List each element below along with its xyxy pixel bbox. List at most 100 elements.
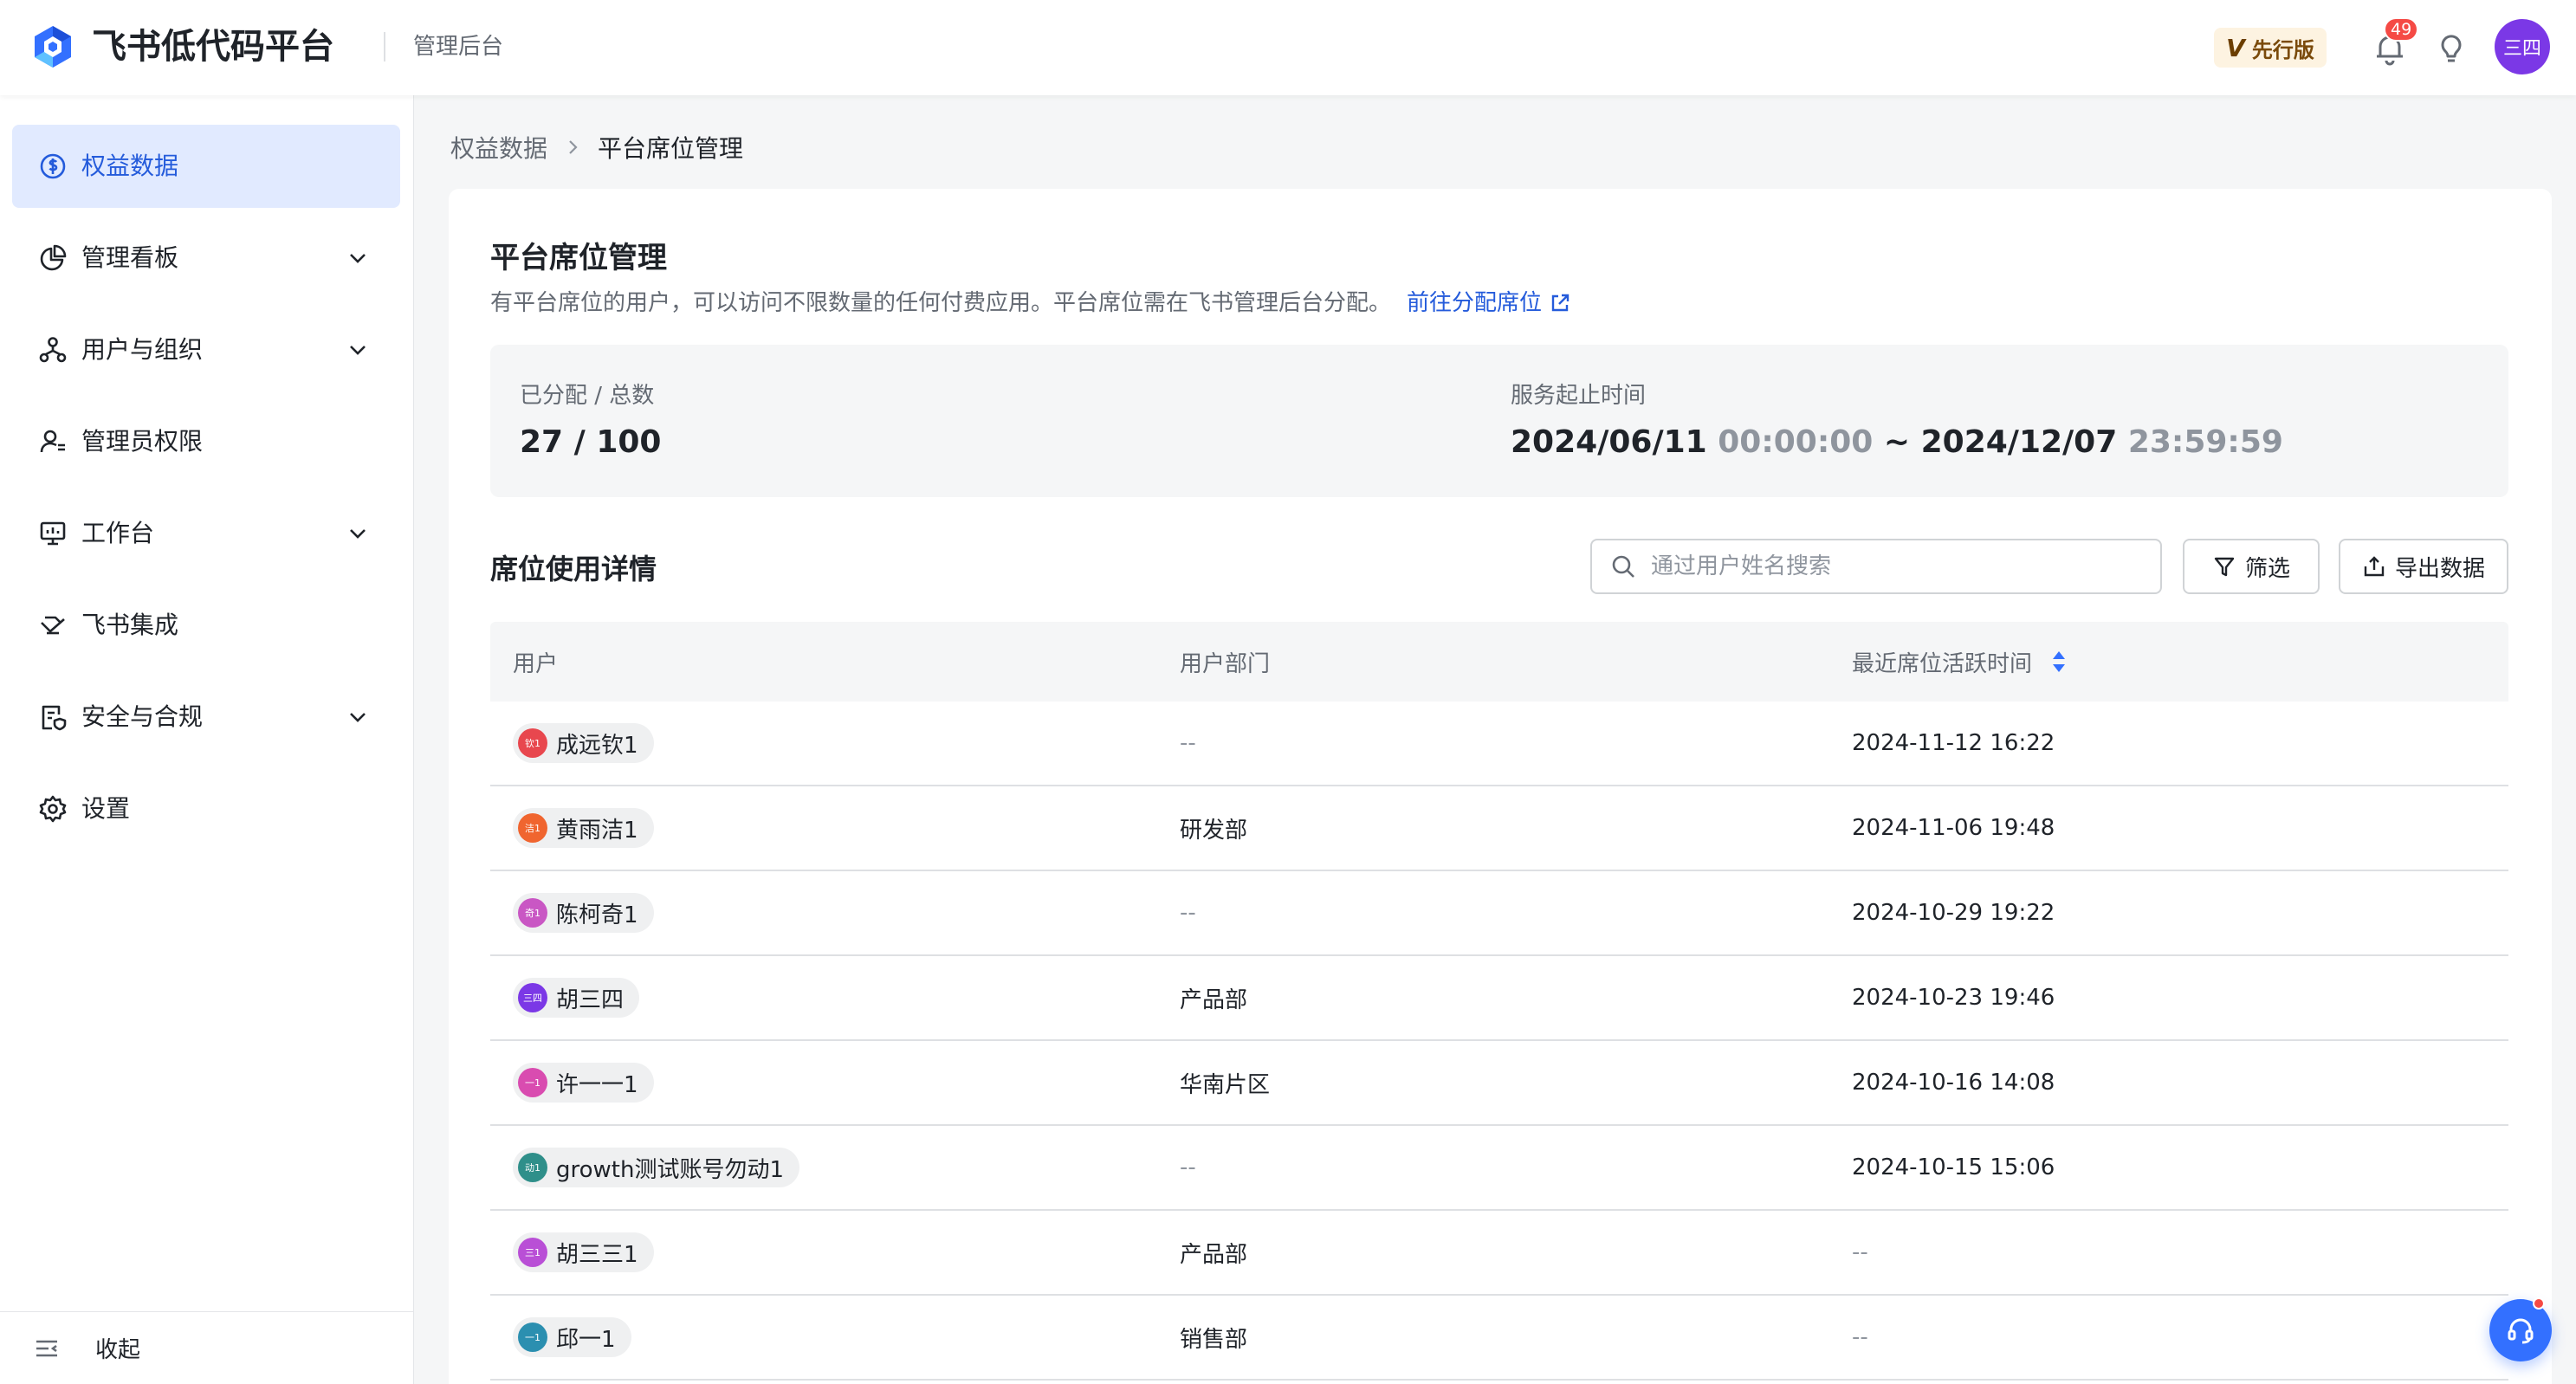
app-logo-icon[interactable] (29, 23, 76, 70)
sidebar-item-benefits-data[interactable]: 权益数据 (12, 125, 400, 208)
table-row[interactable]: 动1 growth测试账号勿动1 -- 2024-10-15 15:06 (490, 1126, 2508, 1211)
sidebar-item-label: 设置 (81, 794, 131, 823)
sidebar-item-label: 用户与组织 (81, 335, 204, 364)
filter-button[interactable]: 筛选 (2183, 539, 2320, 594)
chevron-right-icon (569, 140, 578, 154)
user-chip[interactable]: 三四 胡三四 (513, 978, 640, 1018)
user-avatar[interactable]: 三四 (2495, 19, 2550, 74)
page-description-text: 有平台席位的用户，可以访问不限数量的任何付费应用。平台席位需在飞书管理后台分配。 (490, 290, 1392, 316)
sidebar-item-label: 管理员权限 (81, 427, 204, 456)
table-row[interactable]: 奇1 陈柯奇1 -- 2024-10-29 19:22 (490, 871, 2508, 956)
sidebar-item-workbench[interactable]: 工作台 (12, 492, 400, 575)
monitor-icon (40, 521, 66, 546)
user-name: 陈柯奇1 (556, 902, 638, 928)
user-avatar: 奇1 (518, 898, 547, 928)
filter-button-label: 筛选 (2244, 555, 2290, 582)
last-active-time: 2024-10-16 14:08 (1852, 1070, 2055, 1096)
table-row[interactable]: 钦1 成远钦1 -- 2024-11-12 16:22 (490, 702, 2508, 786)
sidebar-item-feishu-integration[interactable]: 飞书集成 (12, 584, 400, 667)
table-row[interactable]: 三1 胡三三1 产品部 -- (490, 1211, 2508, 1296)
sidebar-item-settings[interactable]: 设置 (12, 767, 400, 850)
title-divider (384, 32, 385, 61)
user-chip[interactable]: 动1 growth测试账号勿动1 (513, 1148, 800, 1187)
assign-seat-link[interactable]: 前往分配席位 (1407, 288, 1571, 319)
assign-seat-link-label: 前往分配席位 (1407, 290, 1543, 316)
sidebar: 权益数据 管理看板 用户与组织 管理员权限 工作台 飞书集成 安全与合规 设置 … (0, 95, 414, 1384)
user-avatar: 三1 (518, 1238, 547, 1267)
table-row[interactable]: 一1 邱一1 销售部 -- (490, 1296, 2508, 1381)
table-header: 用户 用户部门 最近席位活跃时间 (490, 622, 2508, 702)
user-name: 邱一1 (556, 1326, 616, 1353)
sidebar-collapse-button[interactable]: 收起 (0, 1311, 414, 1384)
help-notification-dot (2533, 1297, 2545, 1310)
user-department: -- (1180, 900, 1196, 926)
app-subtitle: 管理后台 (413, 34, 504, 60)
pie-chart-icon (40, 244, 67, 271)
column-header-last-active[interactable]: 最近席位活跃时间 (1852, 622, 2068, 702)
sidebar-item-users-org[interactable]: 用户与组织 (12, 308, 400, 391)
user-name: growth测试账号勿动1 (556, 1156, 785, 1183)
user-chip[interactable]: 一1 许一一1 (513, 1063, 654, 1103)
sort-icon[interactable] (2049, 649, 2068, 675)
lightbulb-icon[interactable] (2432, 29, 2470, 67)
last-active-time: 2024-11-12 16:22 (1852, 730, 2055, 756)
table-row[interactable]: 三四 胡三四 产品部 2024-10-23 19:46 (490, 956, 2508, 1041)
allocated-label: 已分配 / 总数 (520, 383, 655, 409)
column-header-user: 用户 (513, 650, 559, 677)
user-avatar: 动1 (518, 1153, 547, 1182)
service-range-separator: ~ (1883, 424, 1911, 460)
user-admin-icon (40, 430, 65, 453)
user-department: 产品部 (1180, 986, 1248, 1013)
user-avatar: 洁1 (518, 813, 547, 843)
breadcrumb: 权益数据 平台席位管理 (450, 130, 743, 165)
sidebar-item-security-compliance[interactable]: 安全与合规 (12, 676, 400, 759)
seat-management-card: 平台席位管理 有平台席位的用户，可以访问不限数量的任何付费应用。平台席位需在飞书… (449, 189, 2552, 1384)
user-name: 许一一1 (556, 1071, 638, 1098)
service-start-time: 00:00:00 (1718, 424, 1874, 460)
user-department: 销售部 (1180, 1326, 1248, 1353)
sidebar-item-label: 权益数据 (81, 152, 179, 180)
sidebar-item-dashboard[interactable]: 管理看板 (12, 217, 400, 300)
user-department: 产品部 (1180, 1241, 1248, 1268)
help-support-button[interactable] (2489, 1299, 2552, 1361)
user-chip[interactable]: 奇1 陈柯奇1 (513, 893, 654, 933)
dollar-circle-icon (40, 153, 66, 179)
sidebar-item-label: 飞书集成 (81, 611, 179, 639)
export-data-button[interactable]: 导出数据 (2339, 539, 2508, 594)
user-chip[interactable]: 洁1 黄雨洁1 (513, 808, 654, 848)
user-avatar: 钦1 (518, 728, 547, 758)
seat-usage-table: 用户 用户部门 最近席位活跃时间 钦1 成远钦1 -- 2024-11-12 16… (490, 622, 2508, 1381)
edition-badge[interactable]: V 先行版 (2214, 28, 2327, 68)
user-name: 胡三四 (556, 986, 625, 1013)
edition-badge-label: 先行版 (2251, 37, 2314, 62)
breadcrumb-current: 平台席位管理 (598, 134, 744, 163)
sidebar-item-label: 安全与合规 (81, 702, 204, 731)
chevron-down-icon (350, 713, 366, 722)
breadcrumb-parent-link[interactable]: 权益数据 (450, 130, 547, 165)
app-title: 飞书低代码平台 (92, 27, 334, 67)
filter-icon (2214, 557, 2235, 577)
user-name: 黄雨洁1 (556, 817, 638, 844)
user-search-input[interactable] (1651, 549, 2145, 584)
user-avatar: 三四 (518, 983, 547, 1012)
section-title: 席位使用详情 (490, 553, 657, 585)
user-chip[interactable]: 三1 胡三三1 (513, 1232, 654, 1272)
table-row[interactable]: 洁1 黄雨洁1 研发部 2024-11-06 19:48 (490, 786, 2508, 871)
integration-icon (41, 616, 65, 635)
export-button-label: 导出数据 (2394, 555, 2485, 582)
org-tree-icon (39, 337, 67, 363)
user-search-box[interactable] (1590, 539, 2162, 594)
collapse-label: 收起 (95, 1337, 141, 1363)
service-end-time: 23:59:59 (2127, 424, 2283, 460)
sidebar-item-admin-permissions[interactable]: 管理员权限 (12, 400, 400, 483)
notification-count-badge: 49 (2384, 17, 2419, 42)
user-name: 成远钦1 (556, 732, 638, 759)
user-chip[interactable]: 钦1 成远钦1 (513, 723, 654, 763)
user-name: 胡三三1 (556, 1241, 638, 1268)
last-active-time: -- (1852, 1239, 1868, 1265)
user-chip[interactable]: 一1 邱一1 (513, 1317, 631, 1357)
last-active-time: 2024-10-23 19:46 (1852, 985, 2055, 1011)
external-link-icon (1551, 294, 1570, 312)
chevron-down-icon (350, 529, 366, 539)
table-row[interactable]: 一1 许一一1 华南片区 2024-10-16 14:08 (490, 1041, 2508, 1126)
